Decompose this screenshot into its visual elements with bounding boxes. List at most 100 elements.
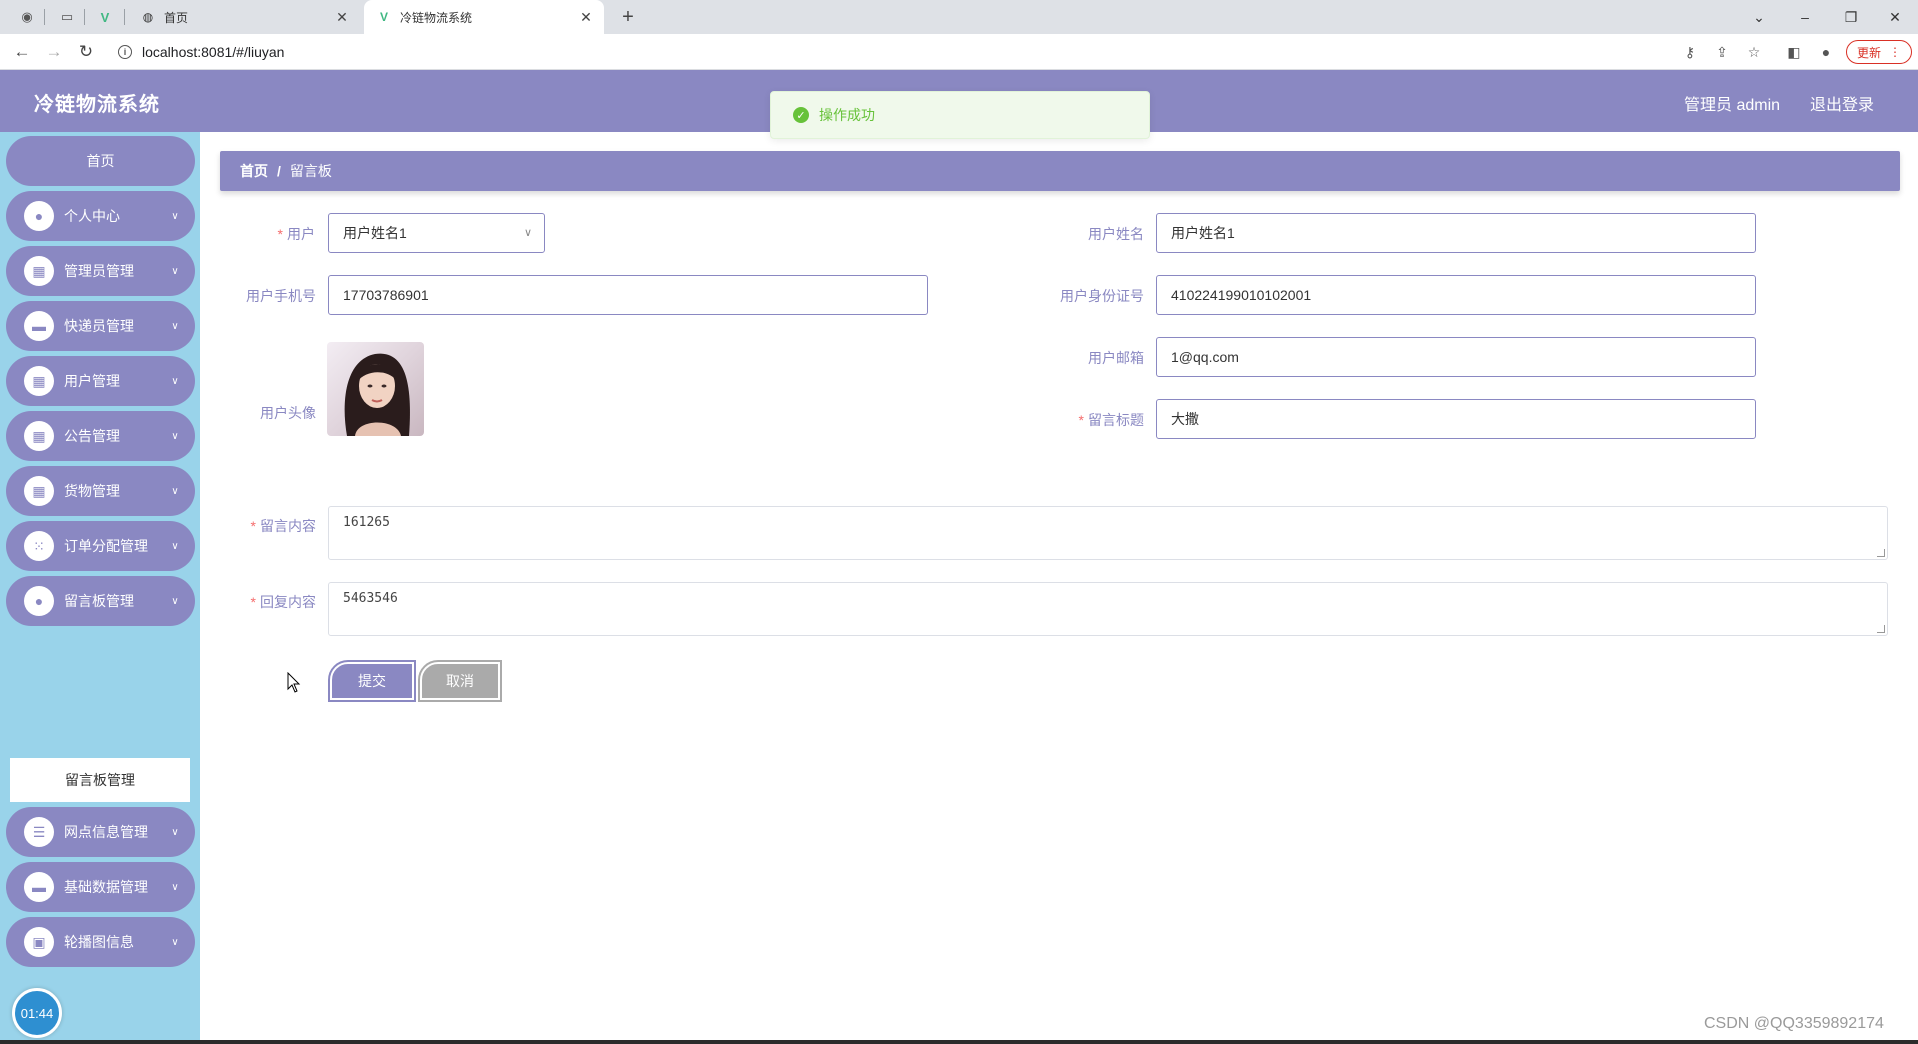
restore-button[interactable]: ❐	[1828, 0, 1874, 34]
forward-button[interactable]: →	[42, 40, 66, 64]
resize-handle[interactable]	[1877, 549, 1885, 557]
sidebar-item-goods[interactable]: ▦ 货物管理 ∨	[6, 466, 195, 516]
sidebar-item-carousel[interactable]: ▣ 轮播图信息 ∨	[6, 917, 195, 967]
new-tab-button[interactable]: +	[615, 4, 641, 30]
tab-search-icon[interactable]: ◉	[18, 8, 36, 26]
chevron-down-icon: ∨	[171, 265, 179, 277]
sidebar-item-label: 用户管理	[64, 373, 120, 389]
reply-textarea[interactable]: 5463546	[328, 582, 1888, 636]
user-label-text: 用户	[287, 226, 315, 242]
cancel-button[interactable]: 取消	[418, 660, 502, 702]
grid-icon: ▦	[24, 256, 54, 286]
star-icon[interactable]: ☆	[1744, 42, 1764, 62]
idcard-field[interactable]: 410224199010102001	[1156, 275, 1756, 315]
key-icon[interactable]: ⚷	[1680, 42, 1700, 62]
idcard-label: 用户身份证号	[1060, 288, 1144, 304]
toast-message: 操作成功	[819, 107, 875, 123]
email-label: 用户邮箱	[1088, 350, 1144, 366]
url-field[interactable]: i localhost:8081/#/liuyan	[108, 38, 1828, 66]
breadcrumb-current: 留言板	[289, 163, 332, 179]
sidebar-item-admins[interactable]: ▦ 管理员管理 ∨	[6, 246, 195, 296]
tab-list-chevron-icon[interactable]: ⌄	[1736, 0, 1782, 34]
update-button[interactable]: 更新 ⋮	[1846, 40, 1912, 64]
info-icon[interactable]: i	[118, 45, 132, 59]
content-textarea[interactable]: 161265	[328, 506, 1888, 560]
title-field[interactable]: 大撒	[1156, 399, 1756, 439]
user-icon: ●	[24, 586, 54, 616]
grid-icon: ▦	[24, 366, 54, 396]
submit-button[interactable]: 提交	[328, 660, 416, 702]
browser-tab-active[interactable]: V 冷链物流系统 ✕	[364, 0, 604, 34]
content-label: * 留言内容	[220, 516, 316, 536]
chevron-down-icon: ∨	[171, 375, 179, 387]
grid-icon: ▦	[24, 421, 54, 451]
browser-address-bar: ← → ↻ i localhost:8081/#/liuyan ⚷ ⇪ ☆ ◧ …	[0, 34, 1918, 70]
timer-badge: 01:44	[12, 988, 62, 1038]
sidebar-item-orders[interactable]: ⁙ 订单分配管理 ∨	[6, 521, 195, 571]
sidebar-item-home[interactable]: 首页	[6, 136, 195, 186]
briefcase-icon: ▣	[24, 927, 54, 957]
user-icon: ●	[24, 201, 54, 231]
reply-text: 5463546	[343, 591, 398, 606]
share-icon[interactable]: ⇪	[1712, 42, 1732, 62]
browser-tab-home[interactable]: ◍ 首页 ✕	[128, 0, 360, 34]
mouse-cursor-icon	[287, 672, 301, 693]
user-select[interactable]: 用户姓名1 ∨	[328, 213, 545, 253]
resize-handle[interactable]	[1877, 625, 1885, 633]
user-select-value: 用户姓名1	[343, 225, 407, 241]
logout-link[interactable]: 退出登录	[1810, 91, 1874, 115]
chevron-down-icon: ∨	[171, 210, 179, 222]
tab-title: 冷链物流系统	[400, 10, 473, 25]
tab-separator	[44, 9, 45, 25]
pinned-tab-icon[interactable]: ▭	[58, 8, 76, 26]
current-user: 管理员 admin	[1684, 97, 1781, 114]
chevron-down-icon: ∨	[171, 936, 179, 948]
close-window-button[interactable]: ✕	[1872, 0, 1918, 34]
sidebar-item-profile[interactable]: ● 个人中心 ∨	[6, 191, 195, 241]
minimize-button[interactable]: –	[1782, 0, 1828, 34]
required-mark: *	[250, 594, 256, 610]
sidebar-item-label: 轮播图信息	[64, 934, 134, 950]
sidepanel-icon[interactable]: ◧	[1784, 42, 1804, 62]
required-mark: *	[277, 226, 283, 242]
chevron-down-icon: ∨	[171, 320, 179, 332]
sidebar-item-basedata[interactable]: ▬ 基础数据管理 ∨	[6, 862, 195, 912]
email-field[interactable]: 1@qq.com	[1156, 337, 1756, 377]
success-toast: ✓ 操作成功	[770, 91, 1150, 139]
sidebar-item-notices[interactable]: ▦ 公告管理 ∨	[6, 411, 195, 461]
chevron-down-icon: ∨	[171, 540, 179, 552]
content-label-text: 留言内容	[260, 518, 316, 534]
close-icon[interactable]: ✕	[576, 9, 596, 26]
vue-tab-icon[interactable]: V	[96, 8, 114, 26]
sliders-icon: ☰	[24, 817, 54, 847]
content-text: 161265	[343, 515, 390, 530]
title-label: * 留言标题	[1040, 410, 1144, 430]
reload-button[interactable]: ↻	[74, 40, 98, 64]
breadcrumb-home[interactable]: 首页	[240, 161, 268, 181]
reply-label-text: 回复内容	[260, 594, 316, 610]
profile-icon[interactable]: ●	[1816, 42, 1836, 62]
apps-icon: ⁙	[24, 531, 54, 561]
sidebar-item-messages[interactable]: ● 留言板管理 ∨	[6, 576, 195, 626]
monitor-icon: ▬	[24, 872, 54, 902]
sidebar-subitem-messages[interactable]: 留言板管理	[10, 758, 190, 802]
sidebar-item-outlets[interactable]: ☰ 网点信息管理 ∨	[6, 807, 195, 857]
app-title: 冷链物流系统	[34, 94, 160, 116]
tab-title: 首页	[164, 10, 189, 25]
tab-separator	[84, 9, 85, 25]
sidebar-item-label: 公告管理	[64, 428, 120, 444]
sidebar-item-label: 快递员管理	[64, 318, 134, 334]
close-icon[interactable]: ✕	[332, 9, 352, 26]
phone-field[interactable]: 17703786901	[328, 275, 928, 315]
vue-logo-icon: V	[379, 10, 388, 24]
sidebar-item-users[interactable]: ▦ 用户管理 ∨	[6, 356, 195, 406]
sidebar-item-couriers[interactable]: ▬ 快递员管理 ∨	[6, 301, 195, 351]
sidebar-item-label: 留言板管理	[64, 593, 134, 609]
name-field[interactable]: 用户姓名1	[1156, 213, 1756, 253]
globe-icon: ◍	[142, 10, 154, 24]
back-button[interactable]: ←	[10, 40, 34, 64]
sidebar-item-label: 基础数据管理	[64, 879, 148, 895]
title-label-text: 留言标题	[1088, 412, 1144, 428]
sidebar: 首页 ● 个人中心 ∨ ▦ 管理员管理 ∨ ▬ 快递员管理 ∨ ▦ 用户管理 ∨…	[0, 132, 200, 1044]
user-avatar-image[interactable]	[327, 342, 424, 436]
